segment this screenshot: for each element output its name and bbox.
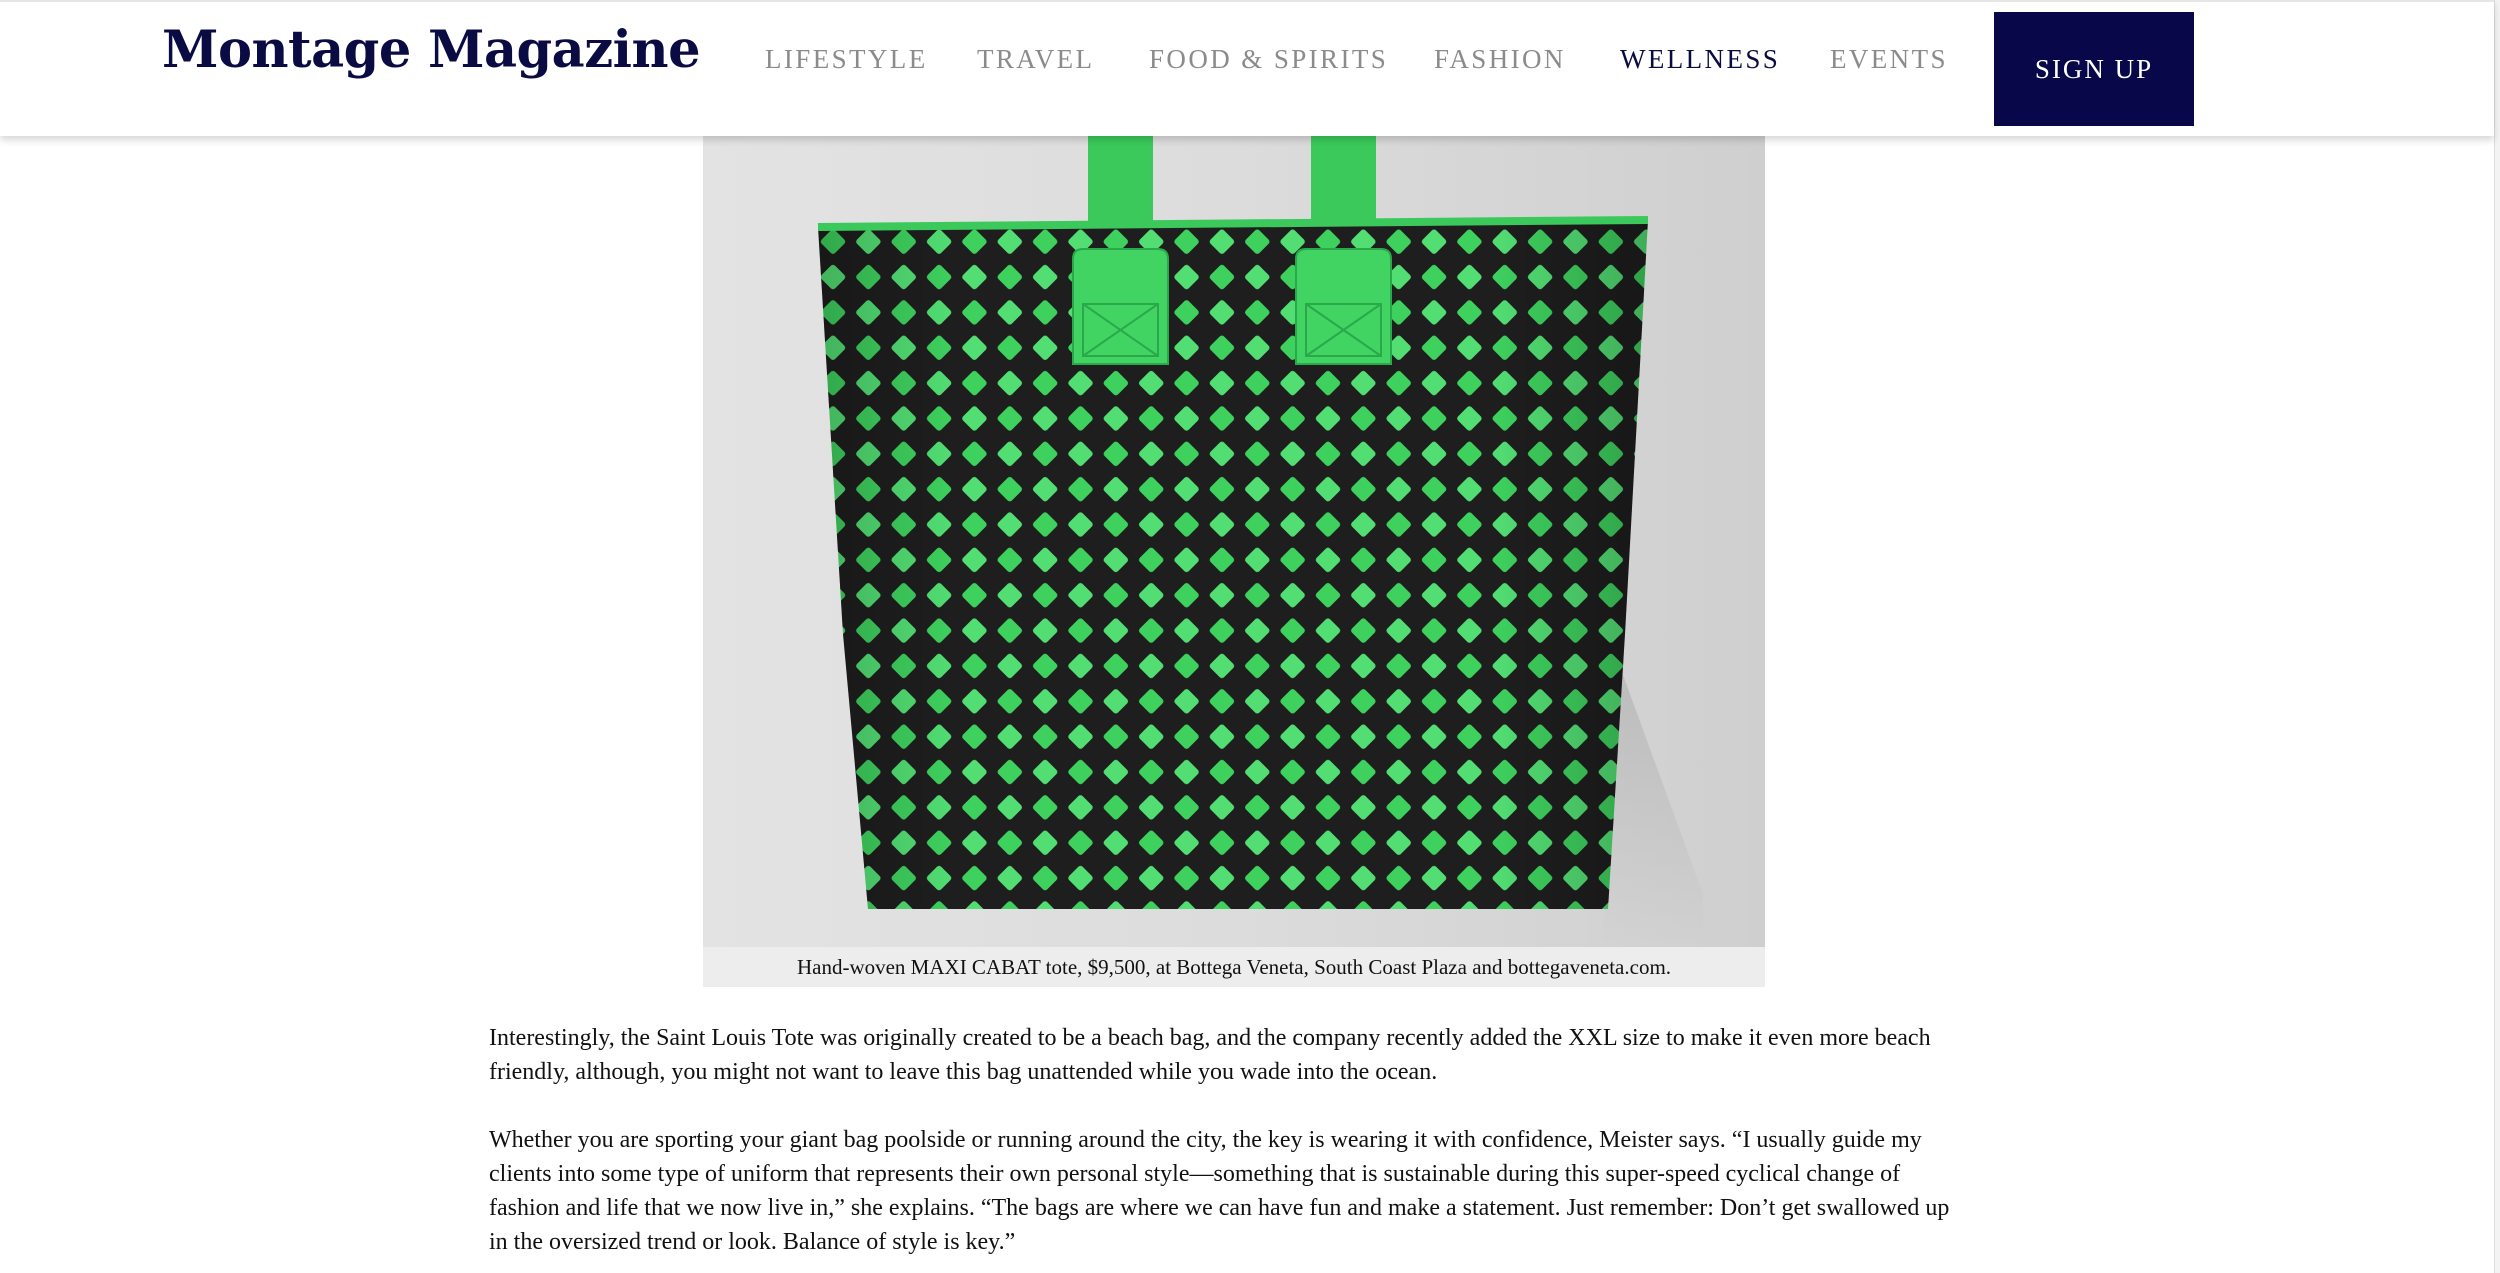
signup-button[interactable]: SIGN UP bbox=[1994, 12, 2194, 126]
image-caption: Hand-woven MAXI CABAT tote, $9,500, at B… bbox=[703, 947, 1765, 987]
nav-fashion[interactable]: FASHION bbox=[1434, 44, 1566, 75]
nav-lifestyle[interactable]: LIFESTYLE bbox=[765, 44, 928, 75]
nav-food-spirits[interactable]: FOOD & SPIRITS bbox=[1149, 44, 1388, 75]
nav-travel[interactable]: TRAVEL bbox=[977, 44, 1094, 75]
article-body: Interestingly, the Saint Louis Tote was … bbox=[489, 1021, 1969, 1259]
page-scrollbar[interactable] bbox=[2494, 0, 2500, 1273]
site-header: Montage Magazine LIFESTYLE TRAVEL FOOD &… bbox=[0, 0, 2494, 136]
article-figure: Hand-woven MAXI CABAT tote, $9,500, at B… bbox=[703, 134, 1765, 987]
article-paragraph: Interestingly, the Saint Louis Tote was … bbox=[489, 1025, 1931, 1085]
nav-wellness[interactable]: WELLNESS bbox=[1620, 44, 1780, 75]
site-logo[interactable]: Montage Magazine bbox=[162, 20, 701, 80]
nav-events[interactable]: EVENTS bbox=[1830, 44, 1948, 75]
article-paragraph: Whether you are sporting your giant bag … bbox=[489, 1127, 1950, 1255]
tote-bag-photo bbox=[817, 134, 1703, 947]
